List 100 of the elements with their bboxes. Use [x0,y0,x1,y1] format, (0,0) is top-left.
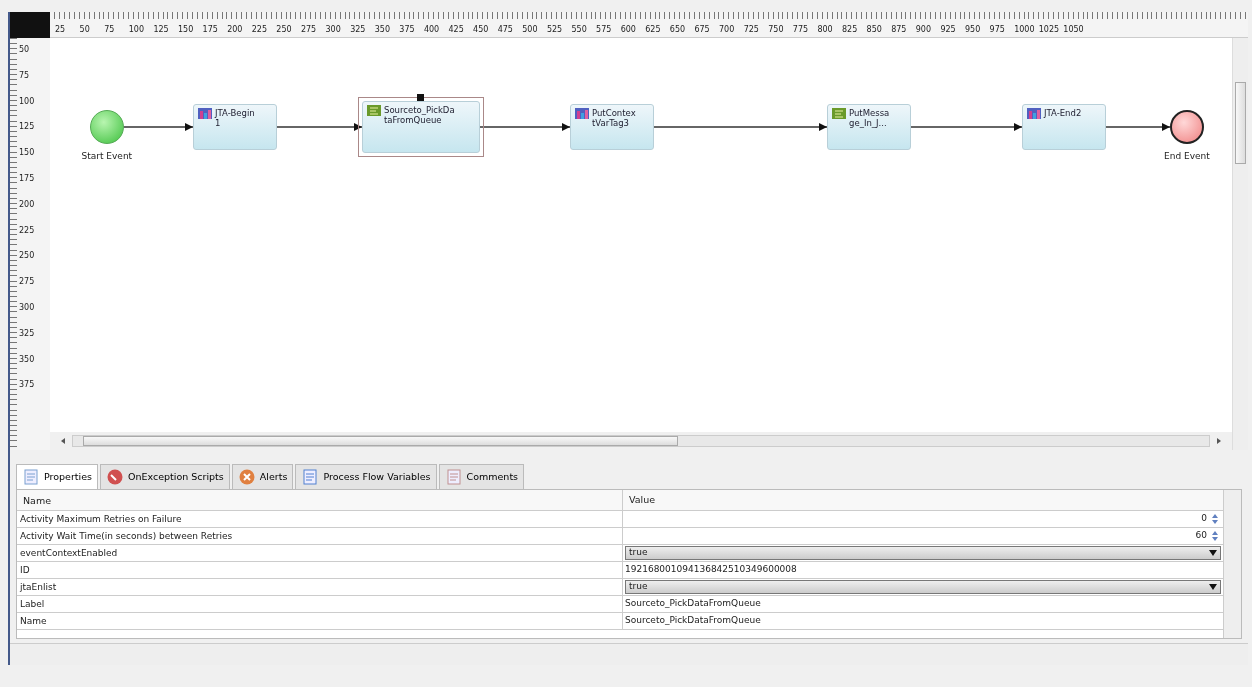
document-icon [301,469,320,485]
scrollbar-thumb[interactable] [83,436,678,446]
ruler-label: 675 [694,24,711,36]
ruler-label: 200 [18,198,36,211]
ruler-label: 350 [374,24,391,36]
selection-handle[interactable] [417,94,424,101]
activity-node[interactable]: JTA-Begin1 [193,104,277,150]
ruler-label: 50 [79,24,91,36]
ruler-label: 150 [177,24,195,36]
scrollbar-thumb[interactable] [1235,82,1246,164]
ruler-label: 425 [448,24,465,36]
property-name: jtaEnlist [17,579,623,595]
ruler-label: 150 [18,147,36,160]
event-label: End Event [1164,150,1210,163]
ruler-label: 250 [18,250,36,263]
spinner-arrows-icon[interactable] [1209,530,1221,542]
ruler-label: 175 [202,24,219,36]
ruler-label: 50 [18,44,31,56]
number-spinner[interactable]: 0 [1201,512,1221,526]
ruler-label: 750 [768,24,785,36]
ruler-label: 725 [743,24,760,36]
ruler-label: 1050 [1063,24,1085,36]
ruler-label: 200 [227,24,244,36]
property-value: Sourceto_PickDataFromQueue [625,614,761,628]
tab[interactable]: OnException Scripts [100,464,230,489]
ruler-label: 100 [128,24,146,36]
ruler-label: 225 [251,24,269,36]
node-label: Sourceto_PickDataFromQueue [384,105,456,127]
ruler-label: 125 [153,24,170,36]
ruler-label: 275 [300,24,318,36]
circle-icon [237,469,256,485]
property-name: Name [17,613,623,629]
ruler-label: 950 [964,24,982,36]
ruler-label: 75 [104,24,116,36]
ruler-label: 925 [940,24,957,36]
activity-node[interactable]: PutContextVarTag3 [570,104,654,150]
script-icon [832,108,846,119]
ruler-label: 625 [645,24,662,36]
document-icon [22,469,40,485]
property-value: Sourceto_PickDataFromQueue [625,597,761,611]
property-name: Activity Wait Time(in seconds) between Retries [17,528,623,544]
property-name: eventContextEnabled [17,545,623,561]
column-header: Value [628,492,657,507]
circle-icon [106,469,124,485]
ruler-label: 350 [18,353,36,366]
node-label: JTA-End2 [1044,108,1083,120]
document-icon [444,469,463,485]
ruler-label: 125 [18,121,36,134]
ruler-label: 850 [866,24,883,36]
property-value: 60 [1195,529,1207,543]
ruler-label: 325 [18,327,36,340]
caret-icon [1209,550,1217,556]
ruler-label: 700 [719,24,736,36]
node-label: PutMessage_In_J... [849,108,891,130]
activity-node[interactable]: JTA-End2 [1022,104,1106,150]
bar-chart-icon [1027,108,1041,119]
ruler-label: 175 [18,173,36,185]
caret-icon [1209,584,1217,590]
ruler-label: 500 [522,24,539,36]
tab[interactable]: Process Flow Variables [295,464,437,489]
ruler-label: 475 [497,24,514,36]
activity-node[interactable]: PutMessage_In_J... [827,104,911,150]
tab[interactable]: Alerts [231,464,294,489]
ruler-label: 275 [18,276,36,289]
connector-arrow [123,123,194,131]
ruler-label: 1000 [1014,24,1036,36]
ruler-label: 650 [669,24,687,36]
property-name: Activity Maximum Retries on Failure [17,511,623,527]
ruler-label: 325 [350,24,367,36]
ruler-label: 375 [18,379,36,392]
tab[interactable]: Comments [438,464,525,489]
ruler-label: 1025 [1038,24,1061,36]
ruler-label: 450 [473,24,490,36]
ruler-label: 775 [792,24,810,36]
ruler-label: 300 [325,24,342,36]
property-value: 192168001094136842510349600008 [625,563,797,577]
bar-chart-icon [575,108,589,119]
ruler-label: 250 [276,24,293,36]
ruler-label: 875 [891,24,908,36]
spinner-arrows-icon[interactable] [1209,513,1221,525]
ruler-label: 25 [55,24,67,36]
number-spinner[interactable]: 60 [1195,529,1221,543]
property-name: ID [17,562,623,578]
ruler-label: 900 [915,24,933,36]
dropdown[interactable]: true [625,580,1221,594]
ruler-label: 525 [546,24,564,36]
ruler-label: 375 [399,24,416,36]
ruler-label: 600 [620,24,637,36]
node-label: PutContextVarTag3 [592,108,636,130]
ruler-label: 100 [18,95,36,108]
ruler-corner [10,12,50,38]
vertical-scrollbar[interactable] [1223,490,1241,638]
ruler-label: 225 [18,224,36,237]
ruler-label: 575 [596,24,613,36]
tab[interactable]: Properties [16,464,98,489]
dropdown[interactable]: true [625,546,1221,560]
ruler-label: 800 [817,24,834,36]
ruler-label: 550 [571,24,588,36]
activity-node[interactable]: Sourceto_PickDataFromQueue [362,101,480,153]
horizontal-scrollbar[interactable] [72,435,1210,447]
